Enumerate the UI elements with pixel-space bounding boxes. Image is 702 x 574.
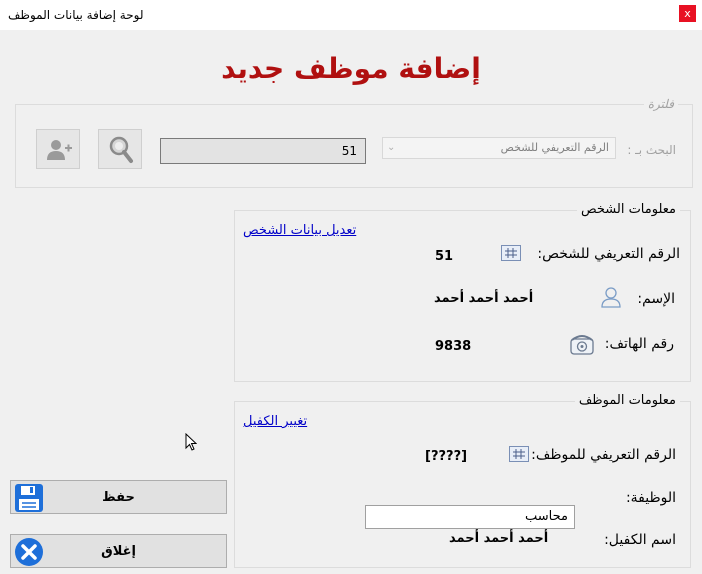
page-title: إضافة موظف جديد <box>221 52 481 85</box>
search-button[interactable] <box>98 129 142 169</box>
filter-legend: فلترة <box>643 97 678 111</box>
window-title: لوحة إضافة بيانات الموظف <box>8 8 144 22</box>
title-bar: لوحة إضافة بيانات الموظف x <box>0 0 702 30</box>
search-by-selected: الرقم التعريفي للشخص <box>500 141 609 154</box>
person-name-value: أحمد أحمد أحمد <box>434 291 534 306</box>
save-button-label: حفظ <box>102 490 135 505</box>
save-button[interactable]: حفظ <box>10 480 227 514</box>
job-input[interactable]: محاسب <box>365 505 575 529</box>
phone-value: 9838 <box>435 339 472 354</box>
search-by-label: البحث بـ : <box>627 143 676 157</box>
person-name-label: الإسم: <box>637 291 675 307</box>
filter-group: فلترة البحث بـ : الرقم التعريفي للشخص ⌄ … <box>15 97 693 188</box>
phone-label: رقم الهاتف: <box>604 336 674 352</box>
add-person-icon <box>47 140 72 160</box>
person-id-value: 51 <box>435 249 454 264</box>
search-by-dropdown[interactable]: الرقم التعريفي للشخص ⌄ <box>382 137 616 159</box>
id-card-icon <box>501 245 521 261</box>
change-sponsor-link[interactable]: تغيير الكفيل <box>243 414 307 429</box>
employee-info-group: معلومات الموظف تغيير الكفيل الرقم التعري… <box>234 393 691 568</box>
edit-person-link[interactable]: تعديل بيانات الشخص <box>243 223 356 238</box>
close-button-label: إغلاق <box>101 544 136 559</box>
chevron-down-icon: ⌄ <box>387 142 396 153</box>
window-close-button[interactable]: x <box>679 5 696 22</box>
sponsor-value: أحمد أحمد أحمد <box>449 531 549 546</box>
id-card-icon <box>509 446 529 462</box>
person-info-group: معلومات الشخص تعديل بيانات الشخص الرقم ا… <box>234 202 691 382</box>
search-input[interactable]: 51 <box>160 138 366 164</box>
person-id-label: الرقم التعريفي للشخص: <box>537 246 680 262</box>
employee-id-value: [????] <box>425 449 468 464</box>
sponsor-label: اسم الكفيل: <box>604 532 676 548</box>
employee-info-legend: معلومات الموظف <box>574 393 680 408</box>
person-info-legend: معلومات الشخص <box>576 202 680 217</box>
person-icon <box>601 287 621 308</box>
add-person-button[interactable] <box>36 129 80 169</box>
close-button[interactable]: إغلاق <box>10 534 227 568</box>
employee-id-label: الرقم التعريفي للموظف: <box>531 447 676 463</box>
magnifier-icon <box>109 136 133 163</box>
mouse-cursor-icon <box>185 433 197 451</box>
phone-icon <box>570 335 594 355</box>
job-label: الوظيفة: <box>625 490 676 506</box>
